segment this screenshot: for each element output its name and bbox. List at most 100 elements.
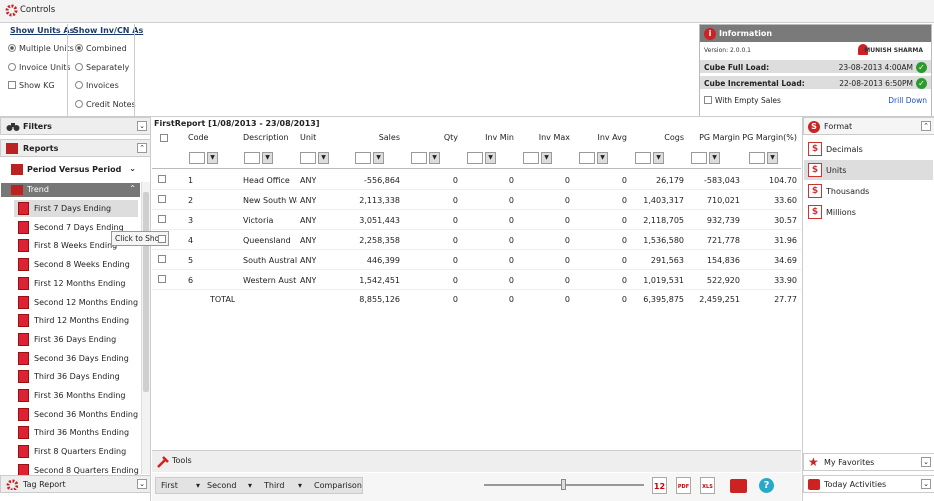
filter-input[interactable] — [749, 152, 765, 164]
tag-report-header[interactable]: Tag Report ⌄ — [0, 475, 151, 493]
nav-second[interactable]: Second — [207, 481, 236, 490]
filter-input[interactable] — [523, 152, 539, 164]
filter-input[interactable] — [300, 152, 316, 164]
column-header[interactable]: PG Margin(%) — [742, 133, 797, 142]
row-checkbox[interactable] — [158, 175, 166, 183]
funnel-icon[interactable]: ▼ — [262, 152, 273, 164]
column-header[interactable]: Sales — [379, 133, 400, 142]
column-header[interactable]: Code — [188, 133, 208, 142]
filter-input[interactable] — [244, 152, 260, 164]
trend-report-item[interactable]: Second 8 Weeks Ending — [14, 256, 138, 273]
nav-first[interactable]: First — [161, 481, 178, 490]
today-activities-header[interactable]: Today Activities ⌄ — [803, 475, 934, 493]
filters-header[interactable]: Filters ⌄ — [0, 117, 151, 135]
trend-report-item[interactable]: Second 12 Months Ending — [14, 294, 138, 311]
column-header[interactable]: Description — [243, 133, 289, 142]
funnel-icon[interactable]: ▼ — [318, 152, 329, 164]
column-header[interactable]: Qty — [444, 133, 458, 142]
trend-report-item[interactable]: Third 12 Months Ending — [14, 312, 138, 329]
column-header[interactable]: Inv Max — [539, 133, 570, 142]
calendar-icon[interactable]: 12 — [652, 477, 667, 494]
table-cell: 0 — [621, 276, 627, 285]
column-header[interactable]: Cogs — [664, 133, 684, 142]
favorites-header[interactable]: ★ My Favorites ⌄ — [803, 453, 934, 471]
scrollbar-thumb[interactable] — [143, 192, 149, 392]
row-checkbox[interactable] — [158, 195, 166, 203]
filter-input[interactable] — [467, 152, 483, 164]
help-icon[interactable]: ? — [759, 478, 774, 493]
trend-report-item[interactable]: First 7 Days Ending — [14, 200, 138, 217]
row-checkbox[interactable] — [158, 275, 166, 283]
slider-knob[interactable] — [561, 479, 566, 490]
format-option[interactable]: $ Thousands — [804, 181, 933, 201]
funnel-icon[interactable]: ▼ — [373, 152, 384, 164]
radio-invoices[interactable]: Invoices — [75, 81, 119, 90]
filter-input[interactable] — [635, 152, 651, 164]
radio-multiple-units[interactable]: Multiple Units — [8, 44, 74, 53]
column-header[interactable]: Unit — [300, 133, 316, 142]
select-all-checkbox[interactable] — [160, 134, 168, 142]
funnel-icon[interactable]: ▼ — [709, 152, 720, 164]
period-versus-period-folder[interactable]: Period Versus Period ⌄ — [1, 161, 140, 179]
funnel-icon[interactable]: ▼ — [207, 152, 218, 164]
excel-icon[interactable]: XLS — [700, 477, 715, 494]
funnel-icon[interactable]: ▼ — [653, 152, 664, 164]
trend-folder[interactable]: Trend ⌃ — [1, 183, 140, 197]
table-row[interactable]: 2 New South Wa ANY 2,113,338 0 0 0 0 1,403,317 71… — [152, 190, 801, 210]
row-checkbox[interactable] — [158, 215, 166, 223]
funnel-icon[interactable]: ▼ — [541, 152, 552, 164]
radio-invoice-units[interactable]: Invoice Units — [8, 63, 71, 72]
filter-input[interactable] — [579, 152, 595, 164]
radio-combined[interactable]: Combined — [75, 44, 127, 53]
print-icon[interactable] — [730, 479, 747, 493]
radio-separately[interactable]: Separately — [75, 63, 129, 72]
nav-comparison[interactable]: Comparison — [314, 481, 362, 490]
table-cell: 0 — [508, 236, 514, 245]
radio-credit-notes[interactable]: Credit Notes — [75, 100, 136, 109]
column-header[interactable]: Inv Min — [485, 133, 514, 142]
row-checkbox[interactable] — [158, 255, 166, 263]
filter-input[interactable] — [189, 152, 205, 164]
column-header[interactable]: Inv Avg — [597, 133, 627, 142]
drill-down-link[interactable]: Drill Down — [888, 96, 927, 105]
filter-input[interactable] — [355, 152, 371, 164]
funnel-icon[interactable]: ▼ — [597, 152, 608, 164]
funnel-icon[interactable]: ▼ — [767, 152, 778, 164]
table-cell: 0 — [452, 256, 458, 265]
trend-report-item[interactable]: First 36 Months Ending — [14, 387, 138, 404]
format-header[interactable]: S Format ⌃ — [803, 117, 934, 135]
table-row[interactable]: 4 Queensland ANY 2,258,358 0 0 0 0 1,536,580 721,… — [152, 230, 801, 250]
trend-report-item[interactable]: Third 36 Months Ending — [14, 424, 138, 441]
column-header[interactable]: PG Margin — [699, 133, 740, 142]
table-row[interactable]: 3 Victoria ANY 3,051,443 0 0 0 0 2,118,705 932,73… — [152, 210, 801, 230]
format-option[interactable]: $ Units — [804, 160, 933, 180]
table-row[interactable]: 6 Western AustraANY 1,542,451 0 0 0 0 1,019,531… — [152, 270, 801, 290]
trend-report-item[interactable]: First 36 Days Ending — [14, 331, 138, 348]
trend-report-item[interactable]: Second 36 Months Ending — [14, 406, 138, 423]
scrollbar[interactable] — [141, 182, 150, 474]
trend-report-item[interactable]: Second 36 Days Ending — [14, 350, 138, 367]
filter-input[interactable] — [691, 152, 707, 164]
reports-header[interactable]: Reports ⌃ — [0, 139, 151, 157]
checkbox-show-kg[interactable]: Show KG — [8, 81, 55, 90]
funnel-icon[interactable]: ▼ — [429, 152, 440, 164]
format-option[interactable]: $ Decimals — [804, 139, 933, 159]
nav-third[interactable]: Third — [264, 481, 284, 490]
trend-report-item[interactable]: Third 36 Days Ending — [14, 368, 138, 385]
trend-report-item[interactable]: First 8 Quarters Ending — [14, 443, 138, 460]
folder-icon — [11, 164, 23, 175]
chevron-down-icon[interactable]: ▾ — [248, 481, 252, 490]
chevron-down-icon[interactable]: ▾ — [196, 481, 200, 490]
pdf-icon[interactable]: PDF — [676, 477, 691, 494]
funnel-icon[interactable]: ▼ — [485, 152, 496, 164]
left-panel: Filters ⌄ Reports ⌃ Period Versus Period ⌄ … — [0, 117, 170, 501]
chevron-down-icon[interactable]: ▾ — [298, 481, 302, 490]
trend-report-item[interactable]: First 12 Months Ending — [14, 275, 138, 292]
empty-sales-checkbox[interactable]: With Empty Sales — [704, 96, 781, 105]
table-row[interactable]: 1 Head Office ANY -556,864 0 0 0 0 26,179 -583,04… — [152, 170, 801, 190]
filter-input[interactable] — [411, 152, 427, 164]
format-option[interactable]: $ Millions — [804, 202, 933, 222]
table-cell: 0 — [564, 216, 570, 225]
table-row[interactable]: 5 South AustraliaANY 446,399 0 0 0 0 291,563 154… — [152, 250, 801, 270]
row-checkbox[interactable] — [158, 235, 166, 243]
